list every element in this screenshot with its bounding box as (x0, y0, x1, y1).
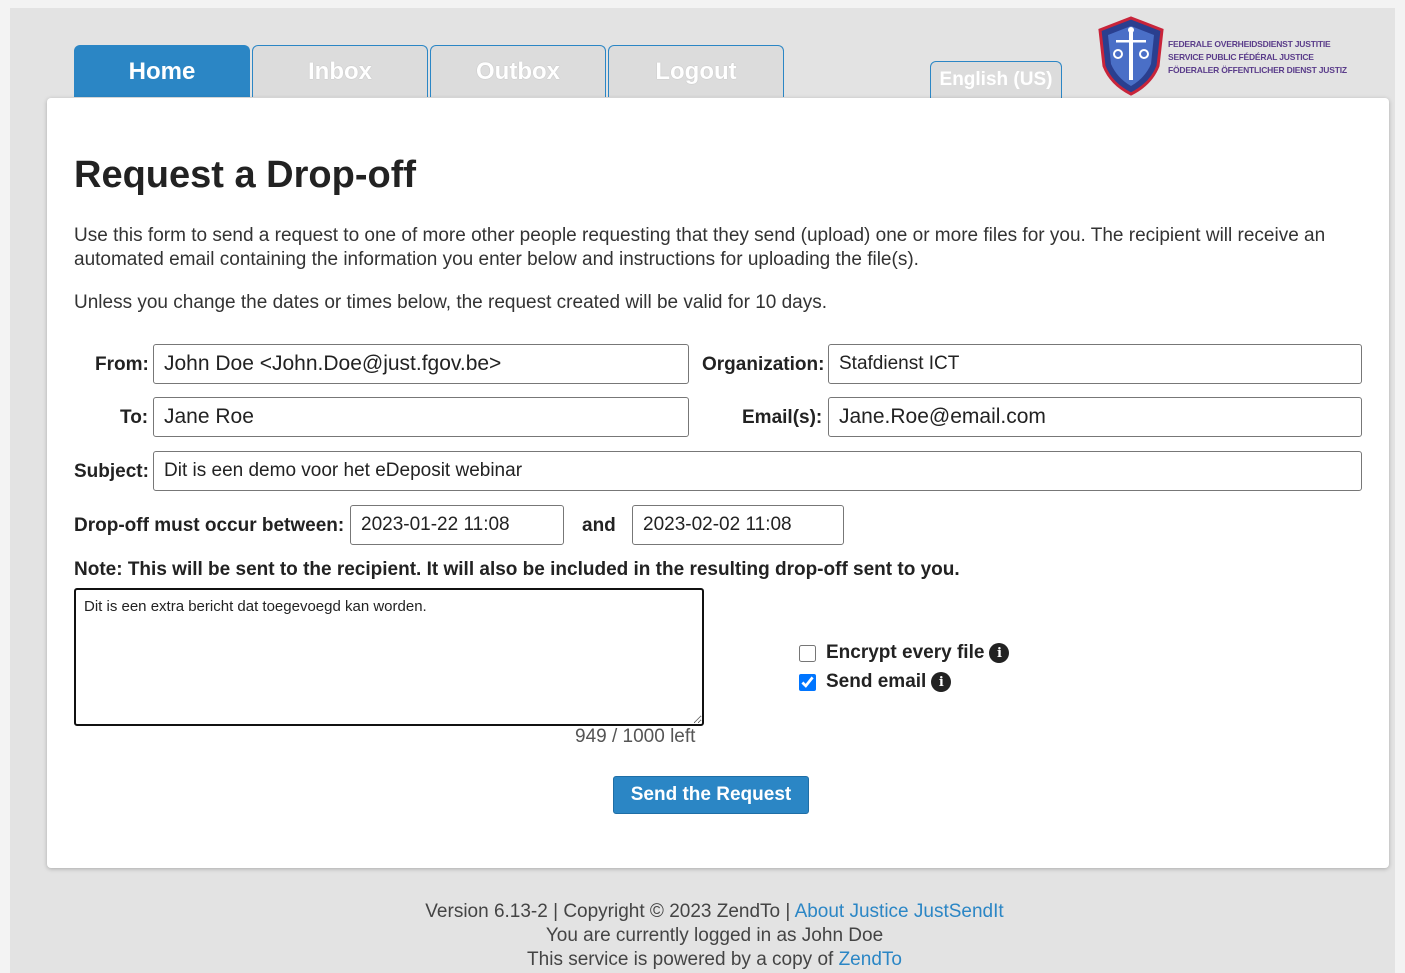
end-date-field[interactable] (632, 505, 844, 545)
info-icon[interactable]: i (931, 672, 952, 692)
powered-text: This service is powered by a copy of (527, 949, 839, 970)
to-field[interactable] (153, 397, 689, 437)
logo-line: SERVICE PUBLIC FÉDÉRAL JUSTICE (1168, 52, 1314, 62)
subject-label: Subject: (74, 461, 149, 482)
info-icon[interactable]: i (989, 643, 1010, 663)
logo-line: FÖDERALER ÖFFENTLICHER DIENST JUSTIZ (1168, 65, 1347, 75)
about-link[interactable]: About Justice JustSendIt (795, 901, 1004, 922)
encrypt-checkbox[interactable] (799, 644, 816, 662)
tab-inbox[interactable]: Inbox (252, 45, 428, 97)
logged-in-text: You are currently logged in as John Doe (545, 925, 884, 946)
send-email-option[interactable]: Send email i (799, 671, 952, 693)
and-label: and (582, 515, 616, 536)
encrypt-option[interactable]: Encrypt every file i (799, 642, 1010, 664)
to-label: To: (120, 407, 149, 428)
powered-by-line: This service is powered by a copy of Zen… (0, 948, 1405, 972)
main-nav-tabs: Home Inbox Outbox Logout (74, 45, 786, 97)
note-label: Note: This will be sent to the recipient… (74, 559, 960, 580)
zendto-link[interactable]: ZendTo (839, 949, 902, 970)
logo-line: FEDERALE OVERHEIDSDIENST JUSTITIE (1168, 39, 1331, 49)
justice-logo: FEDERALE OVERHEIDSDIENST JUSTITIE SERVIC… (1096, 16, 1371, 96)
organization-label: Organization: (702, 354, 825, 375)
send-request-button[interactable]: Send the Request (613, 776, 809, 814)
tab-logout[interactable]: Logout (608, 45, 784, 97)
note-textarea[interactable]: Dit is een extra bericht dat toegevoegd … (74, 588, 704, 726)
from-field[interactable] (153, 344, 689, 384)
validity-text: Unless you change the dates or times bel… (74, 292, 828, 313)
version-text: Version 6.13-2 | Copyright © 2023 ZendTo… (425, 901, 795, 922)
page-title: Request a Drop-off (74, 154, 416, 196)
footer: Version 6.13-2 | Copyright © 2023 ZendTo… (0, 900, 1405, 972)
tab-outbox[interactable]: Outbox (430, 45, 606, 97)
shield-icon (1098, 16, 1164, 96)
intro-text: Use this form to send a request to one o… (74, 225, 1326, 270)
between-label: Drop-off must occur between: (74, 515, 345, 536)
language-selector[interactable]: English (US) (930, 61, 1062, 98)
from-label: From: (95, 354, 149, 375)
email-field[interactable] (828, 397, 1362, 437)
footer-version-line: Version 6.13-2 | Copyright © 2023 ZendTo… (0, 900, 1405, 924)
email-label: Email(s): (742, 407, 823, 428)
tab-home[interactable]: Home (74, 45, 250, 97)
logo-text: FEDERALE OVERHEIDSDIENST JUSTITIE SERVIC… (1168, 38, 1347, 77)
encrypt-label: Encrypt every file (826, 642, 985, 663)
start-date-field[interactable] (350, 505, 564, 545)
send-email-label: Send email (826, 671, 927, 692)
send-email-checkbox[interactable] (799, 673, 816, 691)
main-card: Request a Drop-off Use this form to send… (47, 98, 1389, 868)
organization-field[interactable] (828, 344, 1362, 384)
char-counter: 949 / 1000 left (575, 726, 696, 747)
subject-field[interactable] (153, 451, 1362, 491)
